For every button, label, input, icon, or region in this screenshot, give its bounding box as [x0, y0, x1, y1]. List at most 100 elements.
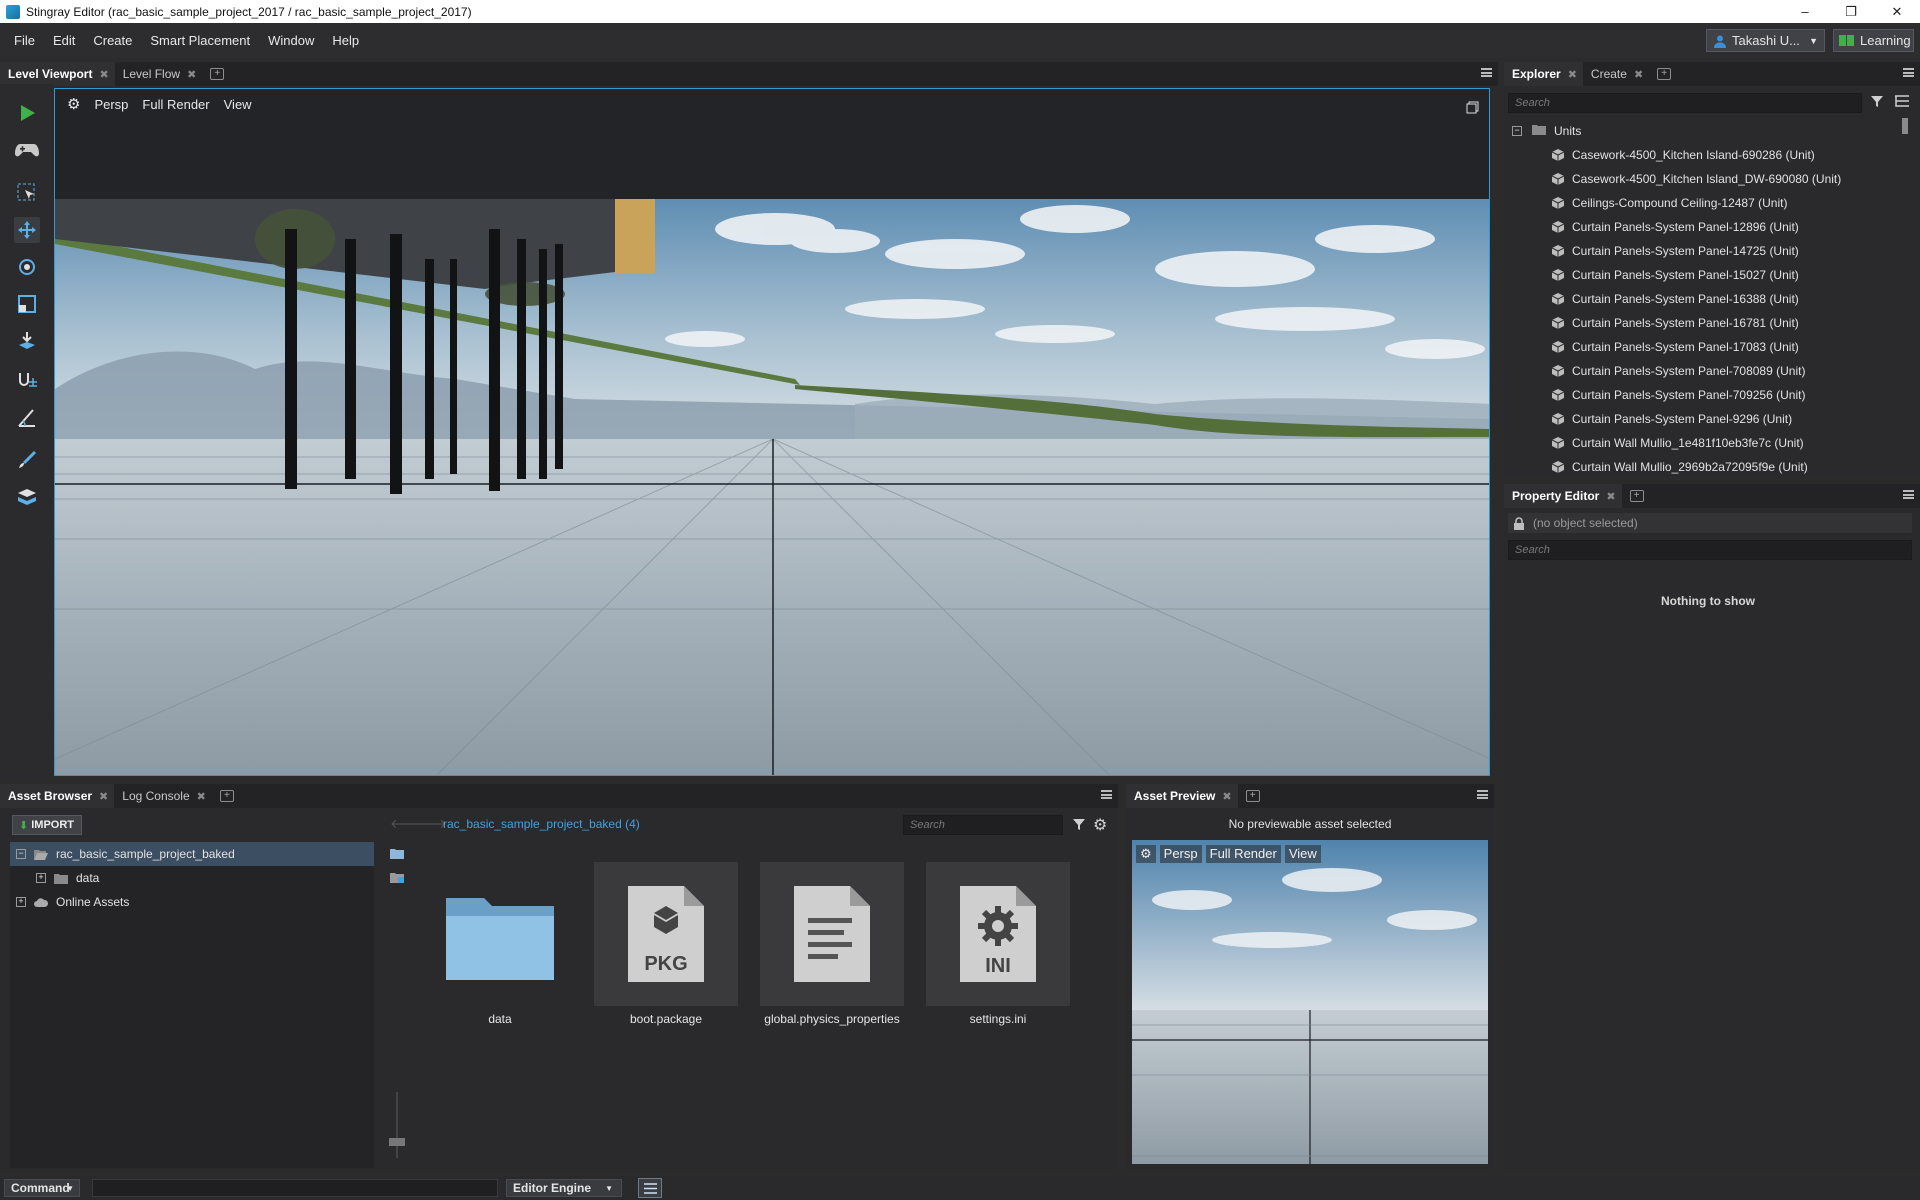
tab-create[interactable]: Create ✖	[1583, 62, 1649, 86]
menu-create[interactable]: Create	[84, 33, 141, 48]
zoom-slider-thumb[interactable]	[389, 1138, 405, 1146]
collapse-icon[interactable]: −	[1512, 126, 1522, 136]
asset-data-folder[interactable]: data	[428, 862, 572, 1026]
list-item[interactable]: Curtain Wall Mullio_1e481f10eb3fe7c (Uni…	[1504, 431, 1904, 455]
import-button[interactable]: ⬇ IMPORT	[12, 815, 82, 835]
add-tab-icon[interactable]: +	[1629, 490, 1644, 502]
folder-view-icon[interactable]	[390, 848, 404, 862]
add-tab-icon[interactable]: +	[1657, 68, 1672, 80]
list-item[interactable]: Curtain Panels-System Panel-708089 (Unit…	[1504, 359, 1904, 383]
list-item[interactable]: Ceilings-Compound Ceiling-12487 (Unit)	[1504, 191, 1904, 215]
list-item[interactable]: Curtain Wall Mullio_2969b2a72095f9e (Uni…	[1504, 455, 1904, 479]
asset-settings-ini[interactable]: INI settings.ini	[926, 862, 1070, 1026]
list-item[interactable]: Casework-4500_Kitchen Island_DW-690080 (…	[1504, 167, 1904, 191]
learning-button[interactable]: Learning	[1833, 29, 1914, 52]
panel-menu-icon[interactable]	[1101, 790, 1112, 799]
tab-explorer[interactable]: Explorer ✖	[1504, 62, 1583, 86]
console-list-icon[interactable]	[638, 1178, 662, 1198]
explorer-scrollbar[interactable]	[1902, 118, 1908, 134]
lock-icon[interactable]	[1513, 516, 1525, 530]
engine-dropdown[interactable]: Editor Engine ▼	[506, 1179, 622, 1197]
list-item[interactable]: Curtain Panels-System Panel-9296 (Unit)	[1504, 407, 1904, 431]
menu-edit[interactable]: Edit	[44, 33, 84, 48]
add-tab-icon[interactable]: +	[210, 68, 225, 80]
panel-menu-icon[interactable]	[1903, 68, 1914, 77]
paint-tool-icon[interactable]	[14, 447, 40, 473]
panel-menu-icon[interactable]	[1903, 490, 1914, 499]
snap-grid-icon[interactable]	[14, 367, 40, 393]
menu-smart-placement[interactable]: Smart Placement	[141, 33, 259, 48]
settings-gear-icon[interactable]: ⚙	[67, 95, 80, 113]
close-window-button[interactable]: ✕	[1874, 0, 1920, 23]
property-search-input[interactable]: Search	[1508, 540, 1912, 560]
forward-arrow-icon[interactable]: 🡒	[412, 816, 447, 832]
view-option[interactable]: View	[1284, 845, 1321, 863]
command-dropdown[interactable]: Command ▼	[4, 1179, 80, 1197]
add-tab-icon[interactable]: +	[1245, 790, 1260, 802]
view-option[interactable]: View	[224, 97, 252, 112]
measure-tool-icon[interactable]	[14, 405, 40, 431]
menu-window[interactable]: Window	[259, 33, 323, 48]
close-icon[interactable]: ✖	[1634, 68, 1643, 81]
scale-tool-icon[interactable]	[14, 291, 40, 317]
list-item[interactable]: Curtain Panels-System Panel-16781 (Unit)	[1504, 311, 1904, 335]
settings-gear-icon[interactable]: ⚙	[1136, 845, 1156, 863]
restore-button[interactable]: ❐	[1828, 0, 1874, 23]
preview-viewport[interactable]: ⚙ Persp Full Render View	[1132, 840, 1488, 1164]
breadcrumb-path[interactable]: rac_basic_sample_project_baked (4)	[443, 817, 640, 831]
tree-item-project[interactable]: − rac_basic_sample_project_baked	[10, 842, 374, 866]
command-input[interactable]	[92, 1179, 498, 1197]
filter-icon[interactable]	[1072, 817, 1086, 834]
close-icon[interactable]: ✖	[197, 790, 206, 803]
full-render-option[interactable]: Full Render	[1205, 845, 1281, 863]
hierarchy-view-icon[interactable]	[1894, 94, 1910, 111]
tab-property-editor[interactable]: Property Editor ✖	[1504, 484, 1622, 508]
settings-gear-icon[interactable]: ⚙	[1093, 815, 1107, 835]
minimize-button[interactable]: –	[1782, 0, 1828, 23]
persp-option[interactable]: Persp	[1159, 845, 1202, 863]
close-icon[interactable]: ✖	[1606, 490, 1615, 503]
tab-level-flow[interactable]: Level Flow ✖	[115, 62, 203, 86]
asset-global-physics-properties[interactable]: global.physics_properties	[760, 862, 904, 1026]
list-item[interactable]: Curtain Panels-System Panel-17083 (Unit)	[1504, 335, 1904, 359]
tab-log-console[interactable]: Log Console ✖	[114, 784, 212, 808]
panel-menu-icon[interactable]	[1481, 68, 1492, 77]
tree-item-online-assets[interactable]: + Online Assets	[10, 890, 374, 914]
persp-option[interactable]: Persp	[94, 97, 128, 112]
menu-file[interactable]: File	[5, 33, 44, 48]
asset-boot-package[interactable]: PKG boot.package	[594, 862, 738, 1026]
list-item[interactable]: Curtain Panels-System Panel-709256 (Unit…	[1504, 383, 1904, 407]
asset-search-input[interactable]: Search	[903, 815, 1063, 835]
close-icon[interactable]: ✖	[187, 68, 196, 81]
tab-level-viewport[interactable]: Level Viewport ✖	[0, 62, 115, 86]
move-tool-icon[interactable]	[14, 217, 40, 243]
list-item[interactable]: Casework-4500_Kitchen Island-690286 (Uni…	[1504, 143, 1904, 167]
collapse-icon[interactable]: −	[16, 849, 26, 859]
select-tool-icon[interactable]	[14, 180, 40, 206]
play-icon[interactable]	[14, 100, 40, 126]
level-viewport[interactable]: ⚙ Persp Full Render View	[54, 88, 1490, 776]
snap-to-ground-icon[interactable]	[14, 328, 40, 354]
close-icon[interactable]: ✖	[99, 68, 108, 81]
maximize-viewport-icon[interactable]	[1466, 101, 1479, 117]
close-icon[interactable]: ✖	[99, 790, 108, 803]
placement-tool-icon[interactable]	[14, 485, 40, 511]
add-tab-icon[interactable]: +	[219, 790, 234, 802]
menu-help[interactable]: Help	[323, 33, 368, 48]
panel-menu-icon[interactable]	[1477, 790, 1488, 799]
expand-icon[interactable]: +	[36, 873, 46, 883]
explorer-search-input[interactable]: Search	[1508, 93, 1862, 113]
list-item[interactable]: Curtain Panels-System Panel-16388 (Unit)	[1504, 287, 1904, 311]
tab-asset-browser[interactable]: Asset Browser ✖	[0, 784, 115, 808]
add-folder-icon[interactable]	[390, 872, 404, 887]
tab-asset-preview[interactable]: Asset Preview ✖	[1126, 784, 1238, 808]
close-icon[interactable]: ✖	[1568, 68, 1577, 81]
list-item[interactable]: Curtain Panels-System Panel-12896 (Unit)	[1504, 215, 1904, 239]
filter-icon[interactable]	[1870, 94, 1884, 111]
zoom-slider-track[interactable]	[396, 1092, 398, 1158]
close-icon[interactable]: ✖	[1222, 790, 1231, 803]
user-account-button[interactable]: Takashi U... ▼	[1706, 29, 1825, 52]
tree-item-data[interactable]: + data	[10, 866, 374, 890]
tree-root-units[interactable]: − Units	[1512, 119, 1581, 143]
expand-icon[interactable]: +	[16, 897, 26, 907]
